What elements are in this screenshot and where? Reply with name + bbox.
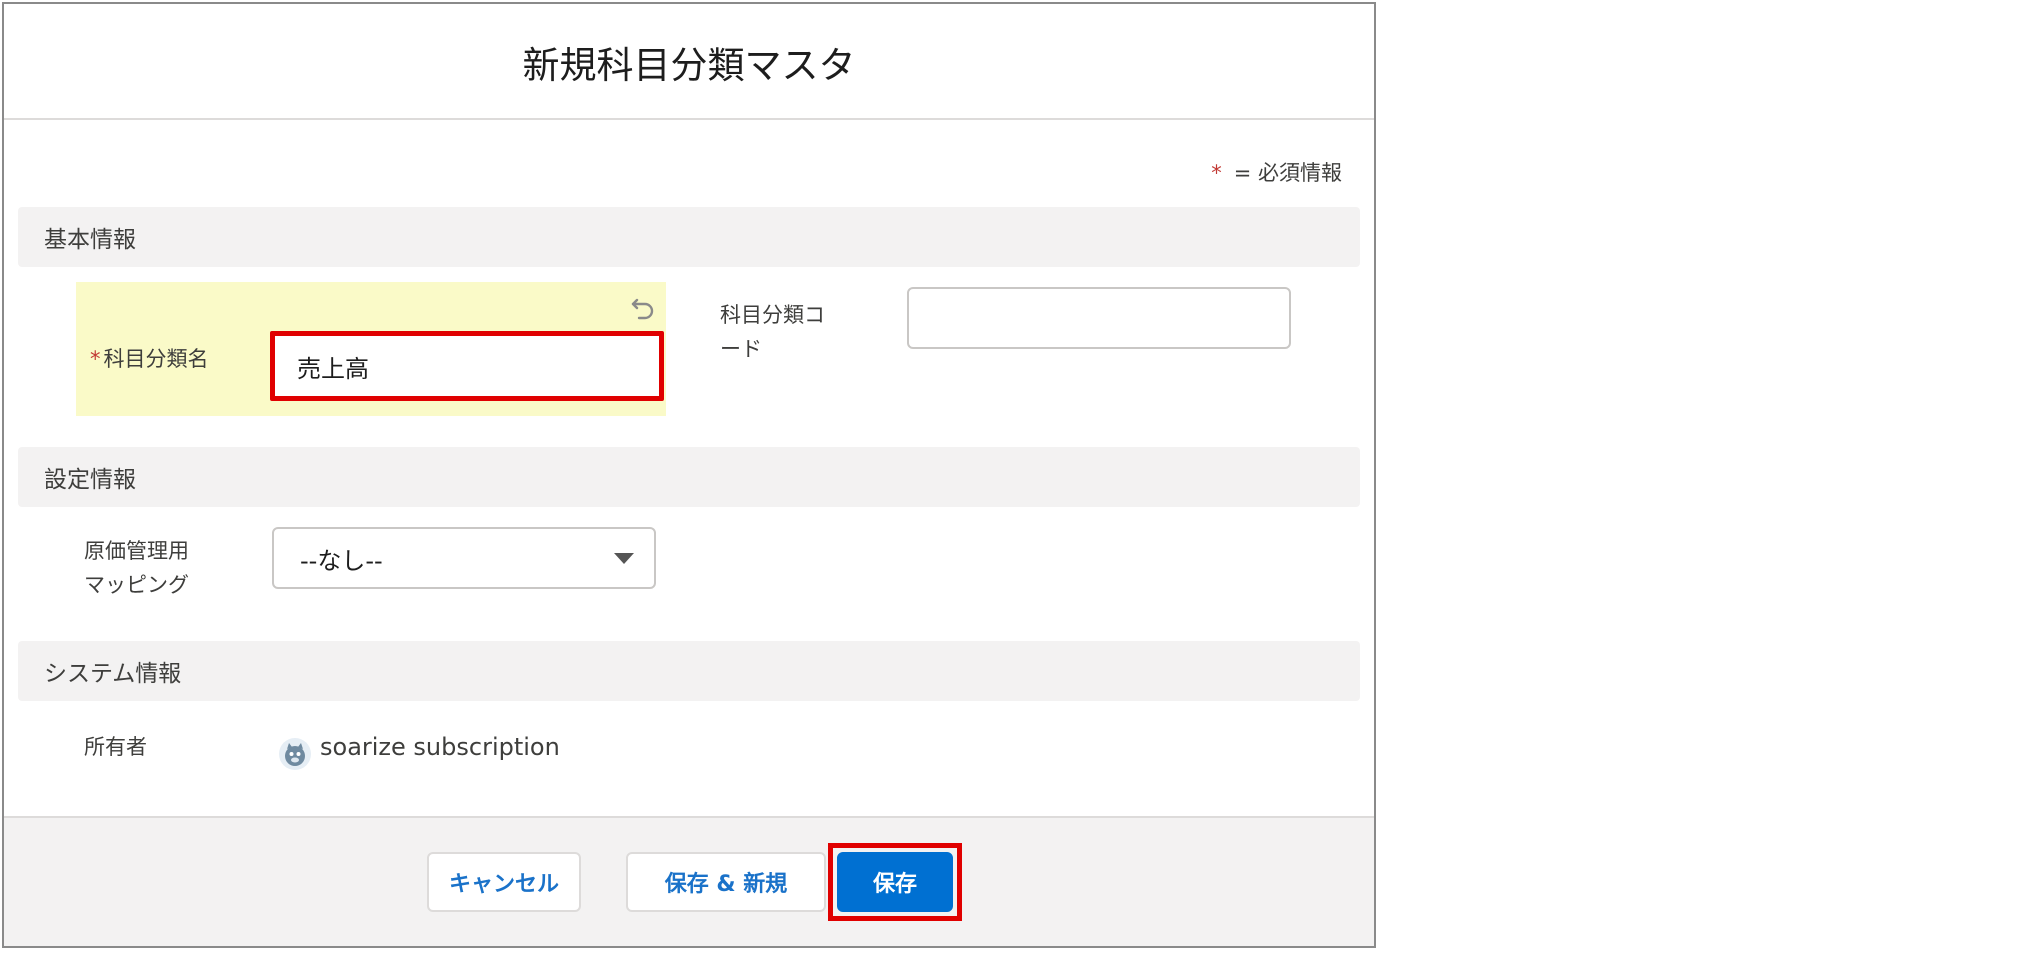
category-code-label: 科目分類コ ード (720, 303, 825, 361)
chevron-down-icon (614, 553, 634, 564)
required-legend: * = 必須情報 (1211, 157, 1342, 187)
category-name-value: 売上高 (297, 354, 369, 383)
cancel-button[interactable]: キャンセル (427, 852, 581, 912)
category-name-label: * 科目分類名 (90, 347, 209, 371)
modal-footer: キャンセル 保存 & 新規 保存 (4, 816, 1374, 946)
modal-title: 新規科目分類マスタ (522, 44, 856, 87)
section-system-info-title: システム情報 (44, 661, 182, 687)
cost-mapping-value: --なし-- (300, 546, 383, 575)
cost-mapping-select[interactable]: --なし-- (272, 527, 656, 589)
required-star: * (90, 347, 101, 371)
new-record-modal: 新規科目分類マスタ * = 必須情報 基本情報 * 科目分類名 売上高 科目分類コ … (2, 2, 1376, 948)
required-star: * (1211, 161, 1222, 185)
category-name-input[interactable]: 売上高 (270, 331, 664, 401)
section-system-info[interactable]: システム情報 (18, 641, 1360, 701)
section-settings-info-title: 設定情報 (44, 467, 136, 493)
save-button[interactable]: 保存 (837, 852, 953, 912)
section-basic-info-title: 基本情報 (44, 227, 136, 253)
save-and-new-button[interactable]: 保存 & 新規 (626, 852, 826, 912)
section-settings-info[interactable]: 設定情報 (18, 447, 1360, 507)
section-basic-info[interactable]: 基本情報 (18, 207, 1360, 267)
owner-label: 所有者 (84, 735, 147, 759)
owner-value: soarize subscription (320, 733, 560, 761)
cost-mapping-label: 原価管理用 マッピング (84, 539, 189, 597)
modal-header: 新規科目分類マスタ (4, 4, 1374, 120)
user-avatar-icon (279, 738, 311, 770)
undo-icon[interactable] (630, 294, 656, 320)
required-legend-text: = 必須情報 (1233, 161, 1342, 185)
category-code-input[interactable] (907, 287, 1291, 349)
